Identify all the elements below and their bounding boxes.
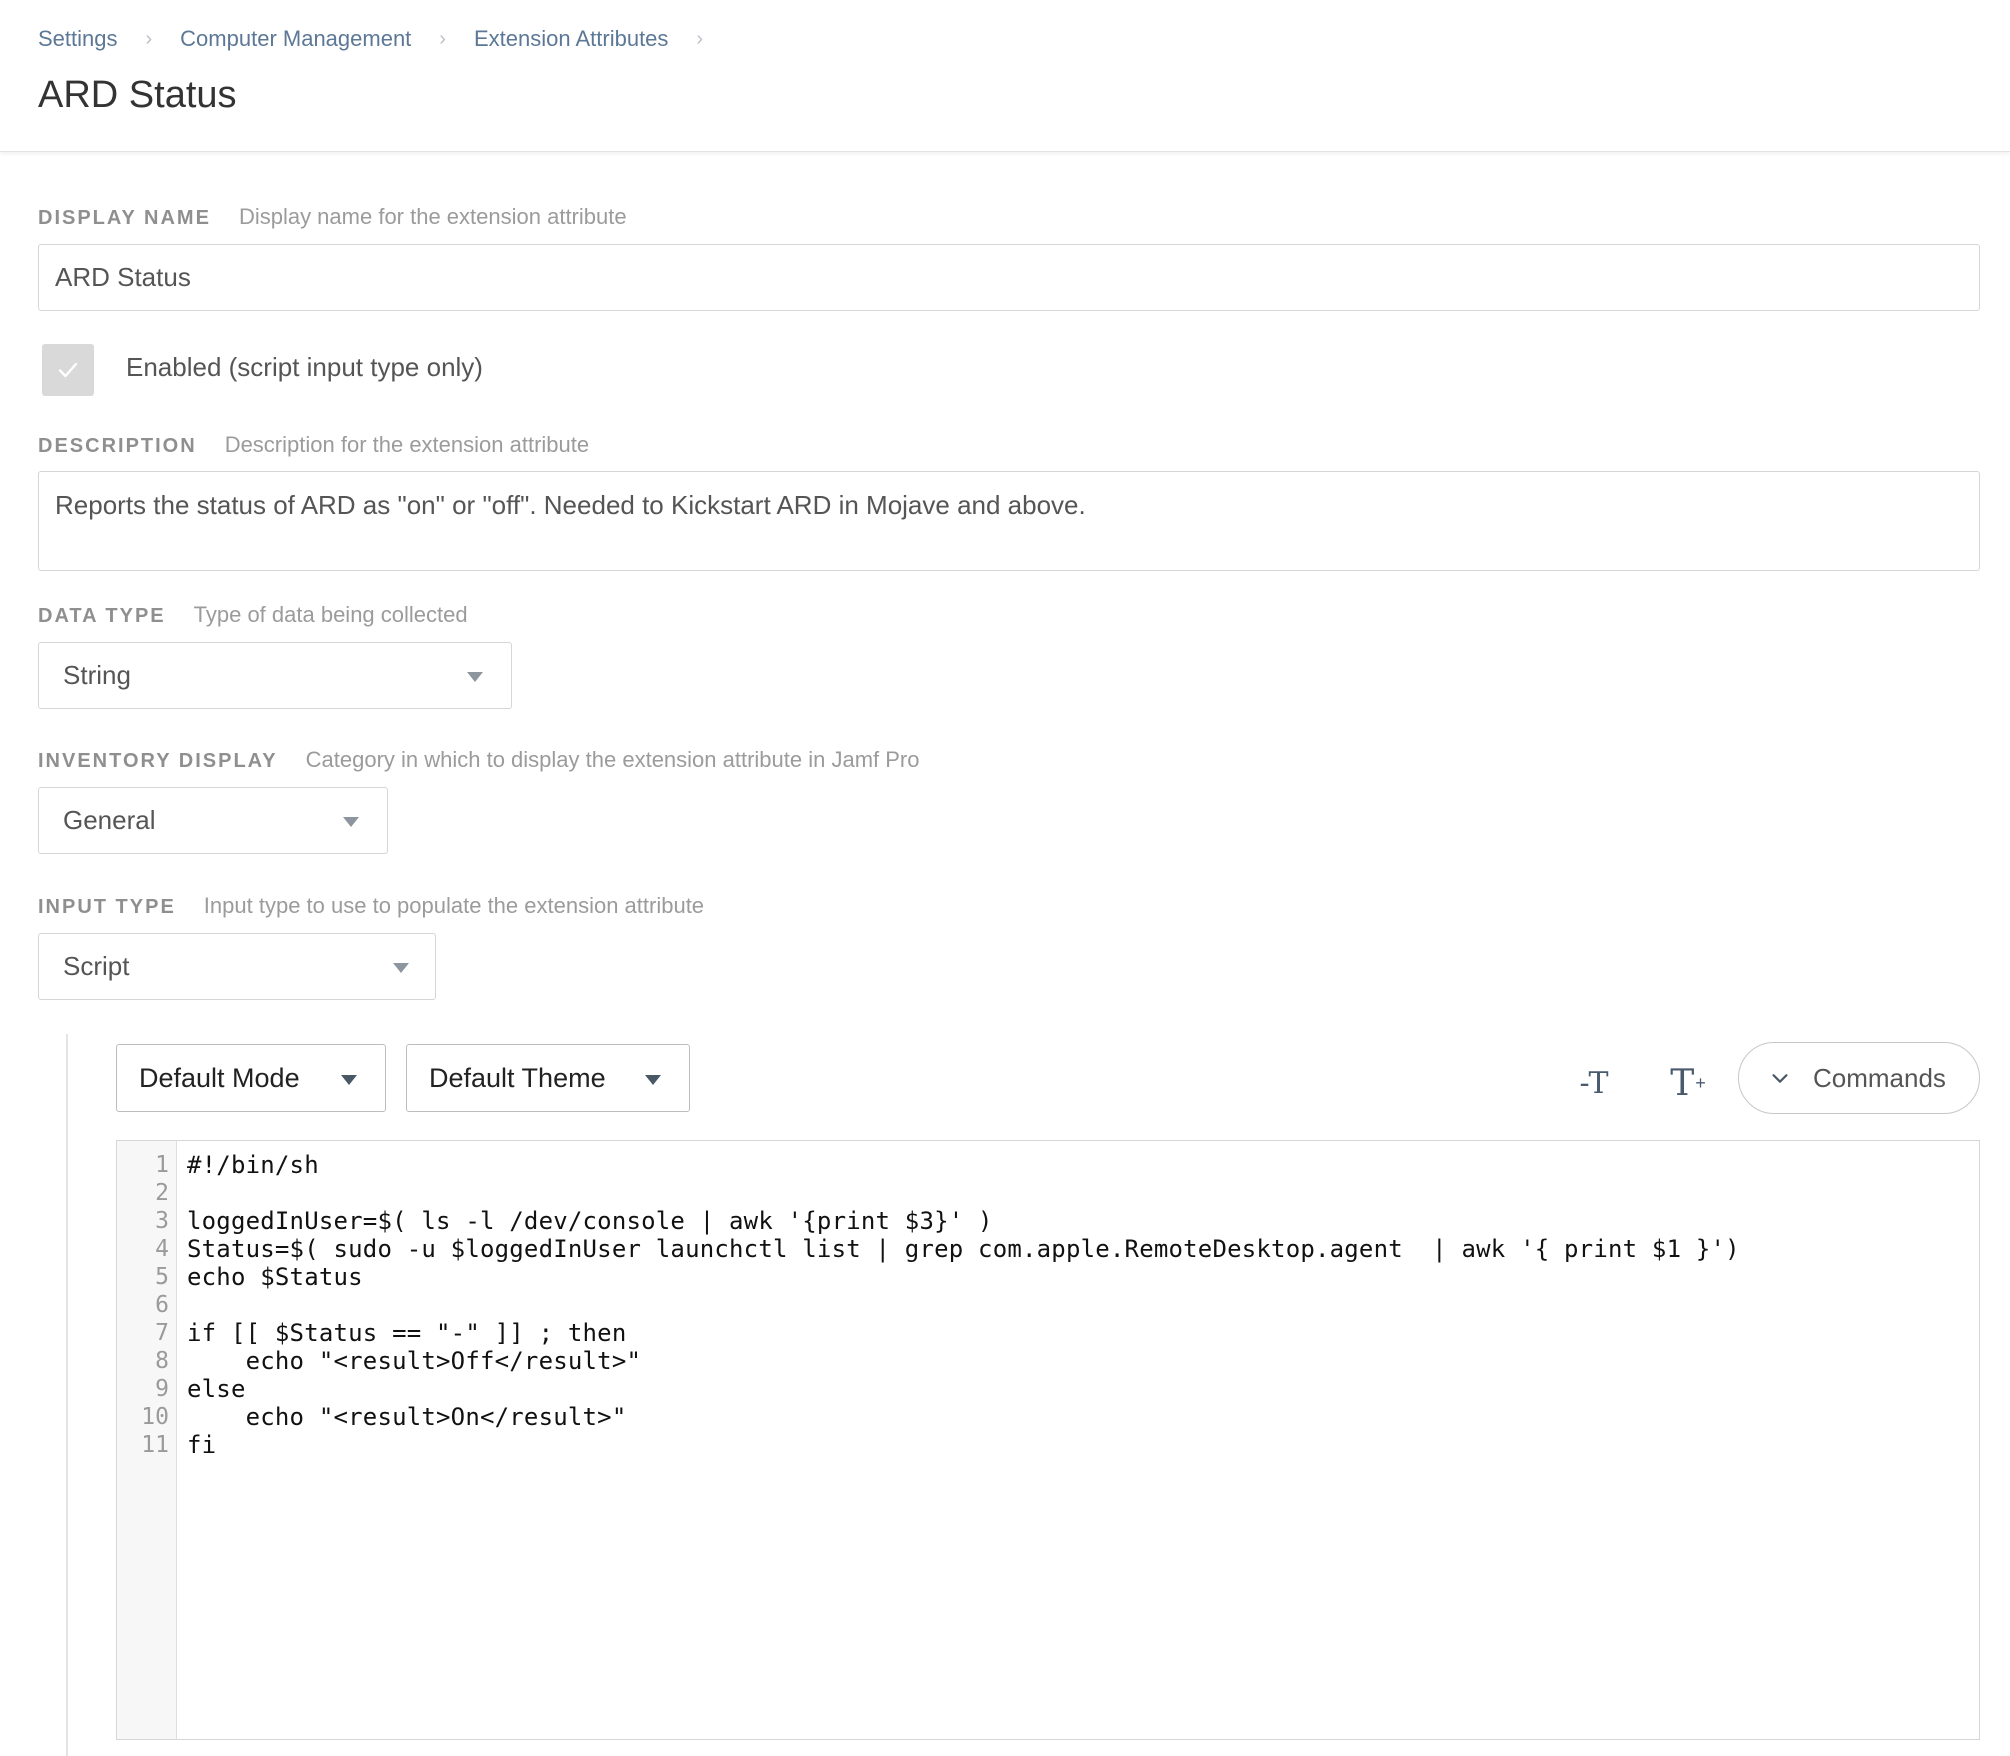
line-number: 4	[155, 1236, 169, 1262]
caret-down-icon	[343, 817, 359, 827]
code-line-text: fi	[187, 1431, 217, 1459]
decrease-font-size-button[interactable]: -T	[1566, 1058, 1622, 1108]
breadcrumb-separator: ›	[439, 27, 446, 50]
line-number: 11	[141, 1432, 169, 1458]
line-number: 10	[141, 1404, 169, 1430]
code-line: 5 echo $Status	[117, 1263, 1979, 1291]
code-line: 2	[117, 1179, 1979, 1207]
code-line: 8 echo "<result>Off</result>"	[117, 1347, 1979, 1375]
input-type-select[interactable]: Script	[38, 933, 436, 1000]
inventory-display-label-row: INVENTORY DISPLAY Category in which to d…	[38, 747, 920, 773]
data-type-label-row: DATA TYPE Type of data being collected	[38, 602, 468, 628]
breadcrumb-extension-attributes[interactable]: Extension Attributes	[474, 26, 668, 52]
breadcrumb-separator: ›	[696, 27, 704, 50]
code-line: 3 loggedInUser=$( ls -l /dev/console | aw…	[117, 1207, 1979, 1235]
line-number: 7	[155, 1320, 169, 1346]
data-type-select[interactable]: String	[38, 642, 512, 709]
breadcrumb-computer-management[interactable]: Computer Management	[180, 26, 411, 52]
code-line-text: else	[187, 1375, 246, 1403]
data-type-label: DATA TYPE	[38, 605, 166, 627]
line-number: 9	[155, 1376, 169, 1402]
caret-down-icon	[645, 1075, 661, 1085]
increase-font-plus: +	[1695, 1072, 1706, 1093]
commands-button[interactable]: Commands	[1738, 1042, 1980, 1114]
page-title: ARD Status	[38, 74, 237, 116]
code-line-text: echo "<result>On</result>"	[187, 1403, 627, 1431]
code-line-text: #!/bin/sh	[187, 1151, 319, 1179]
line-number: 5	[155, 1264, 169, 1290]
editor-indent-rail	[66, 1034, 68, 1756]
increase-font-icon: T	[1670, 1062, 1695, 1104]
commands-label: Commands	[1813, 1062, 1946, 1093]
description-label-row: DESCRIPTION Description for the extensio…	[38, 432, 589, 458]
code-line-text: if [[ $Status == "-" ]] ; then	[187, 1319, 627, 1347]
decrease-font-icon: -T	[1579, 1065, 1609, 1101]
code-line-text: echo $Status	[187, 1263, 363, 1291]
caret-down-icon	[467, 672, 483, 682]
caret-down-icon	[393, 963, 409, 973]
description-label: DESCRIPTION	[38, 435, 197, 457]
inventory-display-hint: Category in which to display the extensi…	[305, 747, 920, 772]
description-hint: Description for the extension attribute	[224, 432, 590, 457]
page-header: Settings › Computer Management › Extensi…	[0, 0, 2010, 152]
caret-down-icon	[341, 1075, 357, 1085]
line-number: 3	[155, 1208, 169, 1234]
inventory-display-select[interactable]: General	[38, 787, 388, 854]
breadcrumb: Settings › Computer Management › Extensi…	[38, 26, 731, 52]
code-line-text: echo "<result>Off</result>"	[187, 1347, 642, 1375]
code-line: 10 echo "<result>On</result>"	[117, 1403, 1979, 1431]
check-icon	[58, 362, 78, 378]
input-type-label-row: INPUT TYPE Input type to use to populate…	[38, 893, 704, 919]
code-line: 4 Status=$( sudo -u $loggedInUser launchc…	[117, 1235, 1979, 1263]
code-line: 11 fi	[117, 1431, 1979, 1459]
breadcrumb-settings[interactable]: Settings	[38, 26, 118, 52]
code-line: 6	[117, 1291, 1979, 1319]
code-line: 9 else	[117, 1375, 1979, 1403]
enabled-checkbox[interactable]	[42, 344, 94, 396]
code-lines: 1 #!/bin/sh 2 3 loggedInUser=$( ls -l /dev/c…	[117, 1151, 1979, 1459]
input-type-hint: Input type to use to populate the extens…	[203, 893, 705, 918]
line-number: 1	[155, 1152, 169, 1178]
data-type-value: String	[63, 660, 131, 690]
increase-font-size-button[interactable]: T +	[1660, 1058, 1716, 1108]
chevron-down-icon	[1772, 1074, 1788, 1083]
editor-theme-select[interactable]: Default Theme	[406, 1044, 690, 1112]
enabled-checkbox-label: Enabled (script input type only)	[126, 352, 483, 382]
input-type-label: INPUT TYPE	[38, 896, 176, 918]
editor-mode-select[interactable]: Default Mode	[116, 1044, 386, 1112]
code-editor[interactable]: 1 #!/bin/sh 2 3 loggedInUser=$( ls -l /dev/c…	[116, 1140, 1980, 1740]
line-number: 6	[155, 1292, 169, 1318]
editor-theme-value: Default Theme	[429, 1063, 606, 1093]
display-name-label: DISPLAY NAME	[38, 207, 211, 229]
inventory-display-label: INVENTORY DISPLAY	[38, 750, 278, 772]
line-number: 8	[155, 1348, 169, 1374]
description-textarea[interactable]: Reports the status of ARD as "on" or "of…	[38, 471, 1980, 571]
code-line: 7 if [[ $Status == "-" ]] ; then	[117, 1319, 1979, 1347]
breadcrumb-separator: ›	[145, 27, 153, 50]
inventory-display-value: General	[63, 805, 156, 835]
display-name-label-row: DISPLAY NAME Display name for the extens…	[38, 204, 627, 230]
input-type-value: Script	[63, 951, 130, 981]
display-name-hint: Display name for the extension attribute	[238, 204, 627, 229]
data-type-hint: Type of data being collected	[193, 602, 468, 627]
code-line: 1 #!/bin/sh	[117, 1151, 1979, 1179]
editor-mode-value: Default Mode	[139, 1063, 300, 1093]
code-line-text: Status=$( sudo -u $loggedInUser launchct…	[187, 1235, 1740, 1263]
display-name-input[interactable]: ARD Status	[38, 244, 1980, 311]
line-number: 2	[155, 1180, 169, 1206]
code-line-text: loggedInUser=$( ls -l /dev/console | awk…	[187, 1207, 993, 1235]
